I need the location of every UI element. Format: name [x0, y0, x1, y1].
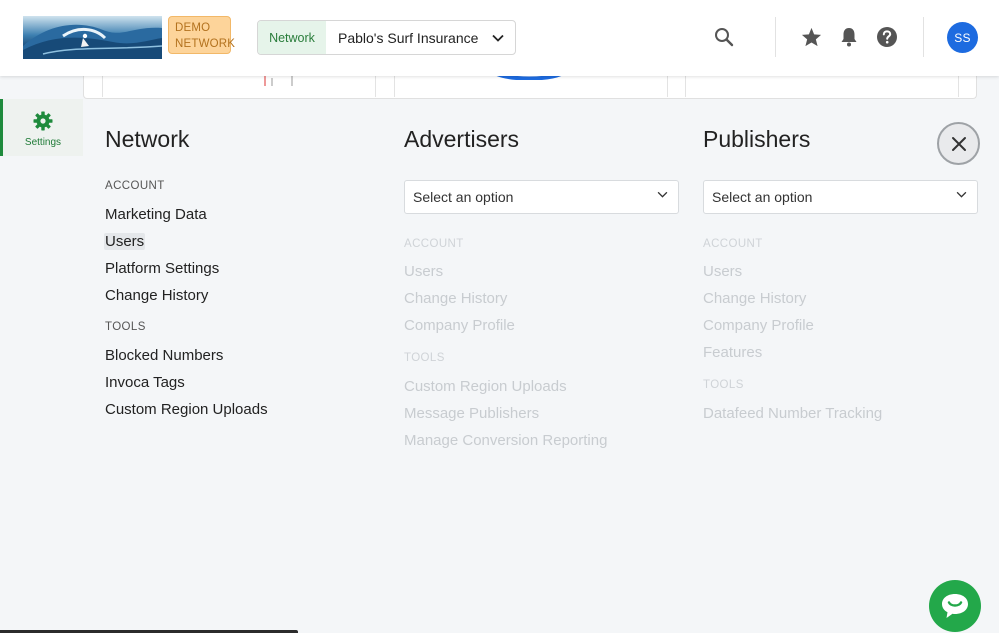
close-icon [951, 136, 966, 151]
badge-line1: DEMO [175, 22, 211, 34]
chevron-down-icon [657, 191, 668, 198]
gear-icon [33, 111, 53, 131]
avatar[interactable]: SS [947, 22, 978, 53]
network-link-invoca-tags[interactable]: Invoca Tags [105, 374, 185, 391]
header-divider [923, 17, 924, 57]
card-divider [958, 76, 959, 97]
advertisers-link-company-profile: Company Profile [404, 317, 515, 334]
advertisers-link-users: Users [404, 263, 444, 280]
network-link-change-history[interactable]: Change History [105, 287, 208, 304]
chat-button[interactable] [929, 580, 981, 632]
network-selector[interactable]: Network Pablo's Surf Insurance [257, 20, 516, 55]
advertisers-section-tools: TOOLS [404, 352, 445, 364]
network-value: Pablo's Surf Insurance [338, 29, 479, 46]
card-divider [667, 76, 668, 97]
advertisers-link-custom-region-uploads: Custom Region Uploads [404, 378, 567, 395]
network-link-users[interactable]: Users [104, 233, 146, 250]
advertiser-select-placeholder: Select an option [413, 189, 514, 205]
chevron-down-icon [481, 21, 515, 54]
header-divider [775, 17, 776, 57]
network-link-platform-settings[interactable]: Platform Settings [105, 260, 219, 277]
advertisers-title: Advertisers [404, 126, 520, 152]
publishers-link-features: Features [703, 344, 763, 361]
advertisers-link-change-history: Change History [404, 290, 508, 307]
chat-bubble-icon [942, 594, 968, 618]
publishers-link-company-profile: Company Profile [703, 317, 814, 334]
publishers-title: Publishers [703, 126, 811, 152]
card-divider [394, 76, 395, 97]
network-title: Network [105, 126, 190, 152]
publisher-select[interactable]: Select an option [703, 180, 978, 214]
card-divider [375, 76, 376, 97]
close-button[interactable] [937, 122, 980, 165]
card-divider [685, 76, 686, 97]
company-logo[interactable] [23, 16, 162, 59]
settings-label: Settings [24, 137, 62, 148]
publishers-link-users: Users [703, 263, 743, 280]
publishers-section-account: ACCOUNT [703, 238, 763, 250]
dashboard-peek [83, 74, 977, 99]
card-divider [102, 76, 103, 97]
chart-fragment [264, 76, 293, 86]
left-rail: Settings [0, 99, 83, 633]
badge-line2: NETWORK [175, 38, 236, 50]
network-section-tools: TOOLS [105, 321, 146, 333]
bell-icon[interactable] [836, 24, 862, 50]
advertisers-section-account: ACCOUNT [404, 238, 464, 250]
publishers-section-tools: TOOLS [703, 379, 744, 391]
top-bar: DEMO NETWORK Network Pablo's Surf Insura… [0, 0, 999, 76]
publishers-link-change-history: Change History [703, 290, 807, 307]
search-icon[interactable] [711, 24, 737, 50]
publishers-link-datafeed-number-tracking: Datafeed Number Tracking [703, 405, 883, 422]
advertiser-select[interactable]: Select an option [404, 180, 679, 214]
network-link-custom-region-uploads[interactable]: Custom Region Uploads [105, 401, 268, 418]
network-section-account: ACCOUNT [105, 180, 165, 192]
star-icon[interactable] [798, 24, 824, 50]
demo-network-badge: DEMO NETWORK [168, 16, 236, 54]
network-tag: Network [258, 21, 326, 54]
network-link-blocked-numbers[interactable]: Blocked Numbers [105, 347, 223, 364]
advertisers-link-manage-conversion-reporting: Manage Conversion Reporting [404, 432, 608, 449]
advertisers-link-message-publishers: Message Publishers [404, 405, 540, 422]
chevron-down-icon [956, 191, 967, 198]
network-link-marketing-data[interactable]: Marketing Data [105, 206, 207, 223]
help-icon[interactable] [874, 24, 900, 50]
publisher-select-placeholder: Select an option [712, 189, 813, 205]
settings-nav-item[interactable]: Settings [0, 99, 83, 156]
